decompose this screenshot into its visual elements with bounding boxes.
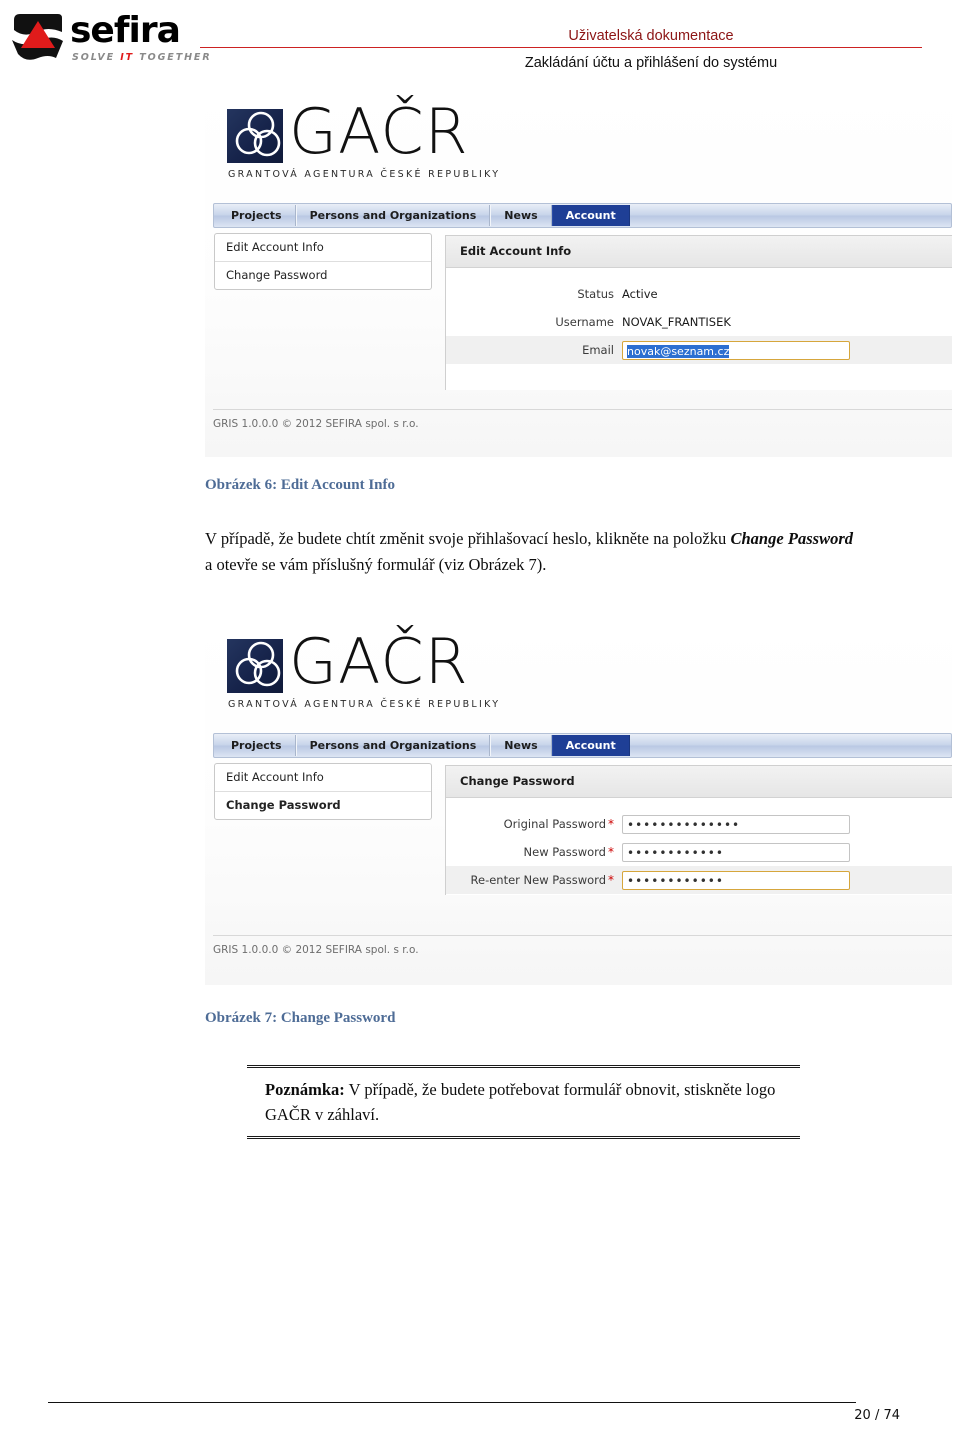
note-label: Poznámka:: [265, 1080, 345, 1099]
content-panel-change-password: Change Password Original Password * •••••…: [445, 765, 952, 895]
header-rule: [200, 47, 922, 48]
label-reenter-new-password: Re-enter New Password *: [446, 873, 622, 887]
nav-tab-news[interactable]: News: [490, 205, 552, 226]
original-password-value: ••••••••••••••: [627, 817, 741, 832]
panel-body: Status Active Username NOVAK_FRANTISEK E…: [446, 268, 952, 364]
form-row-email: Email novak@seznam.cz: [446, 336, 952, 364]
sidebar-item-edit-account-info[interactable]: Edit Account Info: [215, 764, 431, 792]
sidebar-item-edit-account-info[interactable]: Edit Account Info: [215, 234, 431, 262]
panel-title: Change Password: [446, 766, 952, 798]
figure-caption-6: Obrázek 6: Edit Account Info: [205, 477, 396, 493]
required-marker: *: [608, 817, 614, 831]
sefira-logo-mark-icon: [8, 10, 66, 68]
gacr-logo[interactable]: GAČR GRANTOVÁ AGENTURA ČESKÉ REPUBLIKY: [227, 97, 527, 195]
form-row-reenter-new-password: Re-enter New Password * ••••••••••••: [446, 866, 952, 894]
note-box: Poznámka: V případě, že budete potřebova…: [247, 1065, 800, 1139]
body-paragraph-1: V případě, že budete chtít změnit svoje …: [205, 526, 853, 578]
form-row-original-password: Original Password * ••••••••••••••: [446, 810, 952, 838]
panel-body: Original Password * •••••••••••••• New Pa…: [446, 798, 952, 894]
app-footer-copyright: GRIS 1.0.0.0 © 2012 SEFIRA spol. s r.o.: [213, 935, 952, 956]
account-sidebar-menu: Edit Account Info Change Password: [214, 233, 432, 290]
figure-caption-7: Obrázek 7: Change Password: [205, 1010, 396, 1026]
form-row-status: Status Active: [446, 280, 952, 308]
nav-tab-persons-and-organizations[interactable]: Persons and Organizations: [295, 205, 491, 226]
account-sidebar-menu: Edit Account Info Change Password: [214, 763, 432, 820]
content-panel-edit-account-info: Edit Account Info Status Active Username…: [445, 235, 952, 390]
page-number: 20 / 74: [854, 1408, 900, 1423]
sefira-logo-tagline: SOLVE IT TOGETHER: [72, 52, 212, 63]
label-new-password: New Password *: [446, 845, 622, 859]
nav-tab-projects[interactable]: Projects: [218, 735, 296, 756]
gacr-logo[interactable]: GAČR GRANTOVÁ AGENTURA ČESKÉ REPUBLIKY: [227, 627, 527, 725]
nav-tab-persons-and-organizations[interactable]: Persons and Organizations: [295, 735, 491, 756]
label-reenter-new-password-text: Re-enter New Password: [470, 873, 606, 887]
tagline-before: SOLVE: [72, 52, 121, 63]
label-new-password-text: New Password: [523, 845, 606, 859]
screenshot-change-password: GAČR GRANTOVÁ AGENTURA ČESKÉ REPUBLIKY P…: [205, 615, 952, 985]
document-subtitle: Zakládání účtu a přihlášení do systému: [524, 55, 778, 71]
sefira-logo: sefira SOLVE IT TOGETHER: [8, 8, 210, 70]
main-navigation-bar: Projects Persons and Organizations News …: [213, 733, 952, 758]
paragraph-emphasis-change-password: Change Password: [730, 529, 854, 548]
nav-tab-account[interactable]: Account: [551, 735, 630, 756]
app-footer-copyright: GRIS 1.0.0.0 © 2012 SEFIRA spol. s r.o.: [213, 409, 952, 430]
value-status: Active: [622, 287, 658, 301]
label-original-password-text: Original Password: [503, 817, 606, 831]
email-input-value: novak@seznam.cz: [627, 344, 730, 358]
required-marker: *: [608, 845, 614, 859]
screenshot-edit-account-info: GAČR GRANTOVÁ AGENTURA ČESKÉ REPUBLIKY P…: [205, 85, 952, 457]
nav-tabs: Projects Persons and Organizations News …: [218, 205, 630, 226]
panel-title: Edit Account Info: [446, 236, 952, 268]
nav-tab-account[interactable]: Account: [551, 205, 630, 226]
new-password-value: ••••••••••••: [627, 845, 724, 860]
required-marker: *: [608, 873, 614, 887]
document-title: Uživatelská dokumentace: [568, 28, 734, 44]
form-row-new-password: New Password * ••••••••••••: [446, 838, 952, 866]
gacr-tagline: GRANTOVÁ AGENTURA ČESKÉ REPUBLIKY: [228, 169, 501, 180]
page-footer: 20 / 74: [0, 1388, 960, 1433]
nav-tab-projects[interactable]: Projects: [218, 205, 296, 226]
sidebar-item-change-password[interactable]: Change Password: [215, 792, 431, 819]
gacr-tagline: GRANTOVÁ AGENTURA ČESKÉ REPUBLIKY: [228, 699, 501, 710]
value-username: NOVAK_FRANTISEK: [622, 315, 731, 329]
gacr-wordmark: GAČR: [289, 625, 469, 698]
page-header: sefira SOLVE IT TOGETHER Uživatelská dok…: [0, 0, 960, 80]
gacr-logo-mark-icon: [227, 109, 283, 163]
main-navigation-bar: Projects Persons and Organizations News …: [213, 203, 952, 228]
reenter-new-password-input[interactable]: ••••••••••••: [622, 870, 850, 890]
label-original-password: Original Password *: [446, 817, 622, 831]
sidebar-item-change-password[interactable]: Change Password: [215, 262, 431, 289]
reenter-new-password-value: ••••••••••••: [627, 873, 724, 888]
tagline-it: IT: [120, 52, 135, 63]
paragraph-text-part2: a otevře se vám příslušný formulář (viz …: [205, 555, 547, 574]
label-username: Username: [555, 315, 614, 329]
new-password-input[interactable]: ••••••••••••: [622, 842, 850, 862]
tagline-after: TOGETHER: [134, 52, 212, 63]
footer-rule: [48, 1402, 856, 1403]
nav-tab-news[interactable]: News: [490, 735, 552, 756]
original-password-input[interactable]: ••••••••••••••: [622, 814, 850, 834]
nav-tabs: Projects Persons and Organizations News …: [218, 735, 630, 756]
form-row-username: Username NOVAK_FRANTISEK: [446, 308, 952, 336]
gacr-logo-mark-icon: [227, 639, 283, 693]
email-input[interactable]: novak@seznam.cz: [622, 340, 850, 360]
label-status: Status: [577, 287, 614, 301]
gacr-wordmark: GAČR: [289, 95, 469, 168]
paragraph-text-part1: V případě, že budete chtít změnit svoje …: [205, 529, 731, 548]
sefira-logo-wordmark: sefira: [70, 10, 181, 51]
label-email: Email: [582, 343, 614, 357]
